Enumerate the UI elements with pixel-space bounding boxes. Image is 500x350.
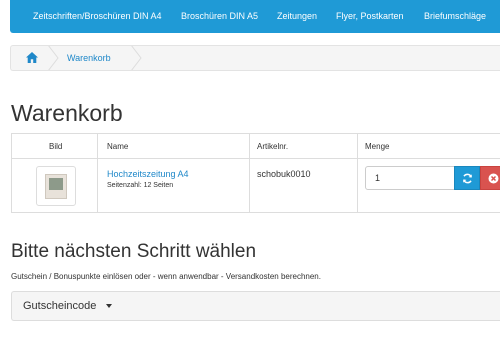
refresh-icon [463, 173, 472, 184]
nav-item-zeitungen[interactable]: Zeitungen [277, 0, 317, 33]
column-header-bild: Bild [49, 142, 63, 151]
header-divider [12, 158, 500, 159]
top-navigation: Zeitschriften/Broschüren DIN A4 Broschür… [10, 0, 500, 33]
column-header-menge: Menge [365, 142, 390, 151]
caret-down-icon[interactable] [106, 304, 112, 308]
column-divider [249, 134, 250, 212]
nav-item-flyer-postkarten[interactable]: Flyer, Postkarten [336, 0, 404, 33]
breadcrumb: Warenkorb [10, 45, 500, 71]
product-name-link[interactable]: Hochzeitszeitung A4 [107, 169, 189, 179]
nav-item-zeitschriften[interactable]: Zeitschriften/Broschüren DIN A4 [33, 0, 162, 33]
nav-item-broschueren-a5[interactable]: Broschüren DIN A5 [181, 0, 258, 33]
home-icon [26, 52, 38, 63]
cart-table: Bild Name Artikelnr. Menge Hochzeitszeit… [11, 133, 500, 213]
coupon-panel: Gutscheincode [11, 291, 500, 321]
breadcrumb-current[interactable]: Warenkorb [67, 46, 111, 70]
nav-item-briefumschlaege[interactable]: Briefumschläge [424, 0, 486, 33]
breadcrumb-separator [48, 46, 59, 70]
thumbnail-photo [49, 178, 63, 190]
next-step-hint: Gutschein / Bonuspunkte einlösen oder - … [11, 272, 321, 281]
breadcrumb-separator [131, 46, 142, 70]
product-sku: schobuk0010 [257, 169, 311, 179]
quantity-input[interactable]: 1 [365, 166, 458, 190]
column-divider [97, 134, 98, 212]
product-thumbnail[interactable] [36, 166, 76, 206]
column-header-artikelnr: Artikelnr. [257, 142, 289, 151]
product-page-count: Seitenzahl: 12 Seiten [107, 182, 174, 189]
page-title: Warenkorb [11, 100, 123, 126]
remove-item-button[interactable] [480, 166, 500, 190]
column-divider [357, 134, 358, 212]
refresh-quantity-button[interactable] [454, 166, 480, 190]
remove-icon [488, 173, 499, 184]
next-step-title: Bitte nächsten Schritt wählen [11, 241, 257, 262]
column-header-name: Name [107, 142, 129, 151]
coupon-code-toggle[interactable]: Gutscheincode [23, 292, 96, 320]
